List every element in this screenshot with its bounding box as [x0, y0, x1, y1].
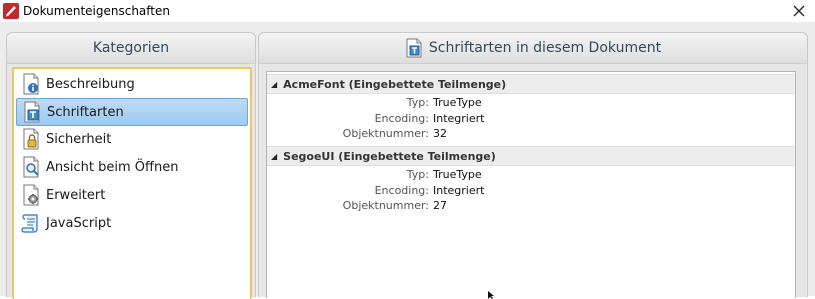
sidebar-item-label: Schriftarten — [47, 104, 124, 120]
collapse-triangle-icon[interactable]: ◢ — [271, 80, 277, 89]
property-value: Integriert — [433, 184, 485, 197]
sidebar-item-label: Beschreibung — [46, 76, 135, 92]
font-property-row: Objektnummer: 27 — [267, 199, 567, 212]
mouse-cursor-icon — [488, 291, 494, 299]
sidebar-item-label: Ansicht beim Öffnen — [46, 159, 179, 175]
document-magnifier-icon — [23, 156, 39, 178]
property-label: Typ: — [406, 96, 429, 109]
fonts-panel: Schriftarten in diesem Dokument ◢ AcmeFo… — [258, 32, 808, 298]
fonts-panel-header: Schriftarten in diesem Dokument — [259, 33, 807, 64]
property-label: Typ: — [406, 168, 429, 181]
fonts-panel-title: Schriftarten in diesem Dokument — [428, 40, 662, 56]
font-group-header[interactable]: ◢ SegoeUI (Eingebettete Teilmenge) — [267, 146, 795, 166]
property-label: Encoding: — [374, 112, 429, 125]
sidebar-item-erweitert[interactable]: Erweitert — [16, 182, 246, 208]
font-group-header[interactable]: ◢ AcmeFont (Eingebettete Teilmenge) — [267, 74, 795, 94]
category-list: Beschreibung Schriftarten Sicherheit Ans… — [12, 67, 252, 299]
categories-header-label: Kategorien — [92, 40, 170, 56]
document-font-icon — [24, 101, 40, 123]
property-value: 27 — [433, 199, 447, 212]
property-value: TrueType — [433, 96, 482, 109]
app-icon — [3, 3, 19, 19]
collapse-triangle-icon[interactable]: ◢ — [271, 152, 277, 161]
property-label: Encoding: — [374, 184, 429, 197]
font-property-row: Objektnummer: 32 — [267, 127, 567, 140]
sidebar-item-sicherheit[interactable]: Sicherheit — [16, 126, 246, 152]
document-font-icon — [406, 38, 422, 58]
script-scroll-icon — [21, 214, 38, 233]
font-name: AcmeFont (Eingebettete Teilmenge) — [283, 77, 507, 91]
sidebar-item-beschreibung[interactable]: Beschreibung — [16, 71, 246, 97]
sidebar-item-schriftarten[interactable]: Schriftarten — [16, 98, 248, 126]
window-title: Dokumenteigenschaften — [23, 4, 170, 18]
property-label: Objektnummer: — [342, 127, 429, 140]
font-property-row: Encoding: Integriert — [267, 112, 567, 125]
font-property-row: Typ: TrueType — [267, 168, 567, 181]
title-bar: Dokumenteigenschaften — [0, 0, 815, 22]
property-value: Integriert — [433, 112, 485, 125]
sidebar-item-label: JavaScript — [46, 215, 112, 231]
document-lock-icon — [23, 128, 39, 150]
font-property-row: Typ: TrueType — [267, 96, 567, 109]
property-label: Objektnummer: — [342, 199, 429, 212]
document-gear-icon — [23, 184, 39, 206]
property-value: 32 — [433, 127, 447, 140]
font-property-row: Encoding: Integriert — [267, 184, 567, 197]
sidebar-item-label: Erweitert — [46, 187, 106, 203]
property-value: TrueType — [433, 168, 482, 181]
sidebar-item-javascript[interactable]: JavaScript — [16, 210, 246, 236]
document-info-icon — [23, 73, 39, 95]
sidebar-item-label: Sicherheit — [46, 131, 112, 147]
close-button[interactable] — [789, 1, 809, 21]
font-list: ◢ AcmeFont (Eingebettete Teilmenge) Typ:… — [266, 71, 796, 298]
categories-panel: Kategorien Beschreibung Schriftarten Sic… — [6, 32, 256, 299]
categories-header: Kategorien — [7, 33, 255, 64]
sidebar-item-ansicht-beim-oeffnen[interactable]: Ansicht beim Öffnen — [16, 154, 246, 180]
font-name: SegoeUI (Eingebettete Teilmenge) — [283, 149, 496, 163]
close-icon — [793, 5, 805, 17]
